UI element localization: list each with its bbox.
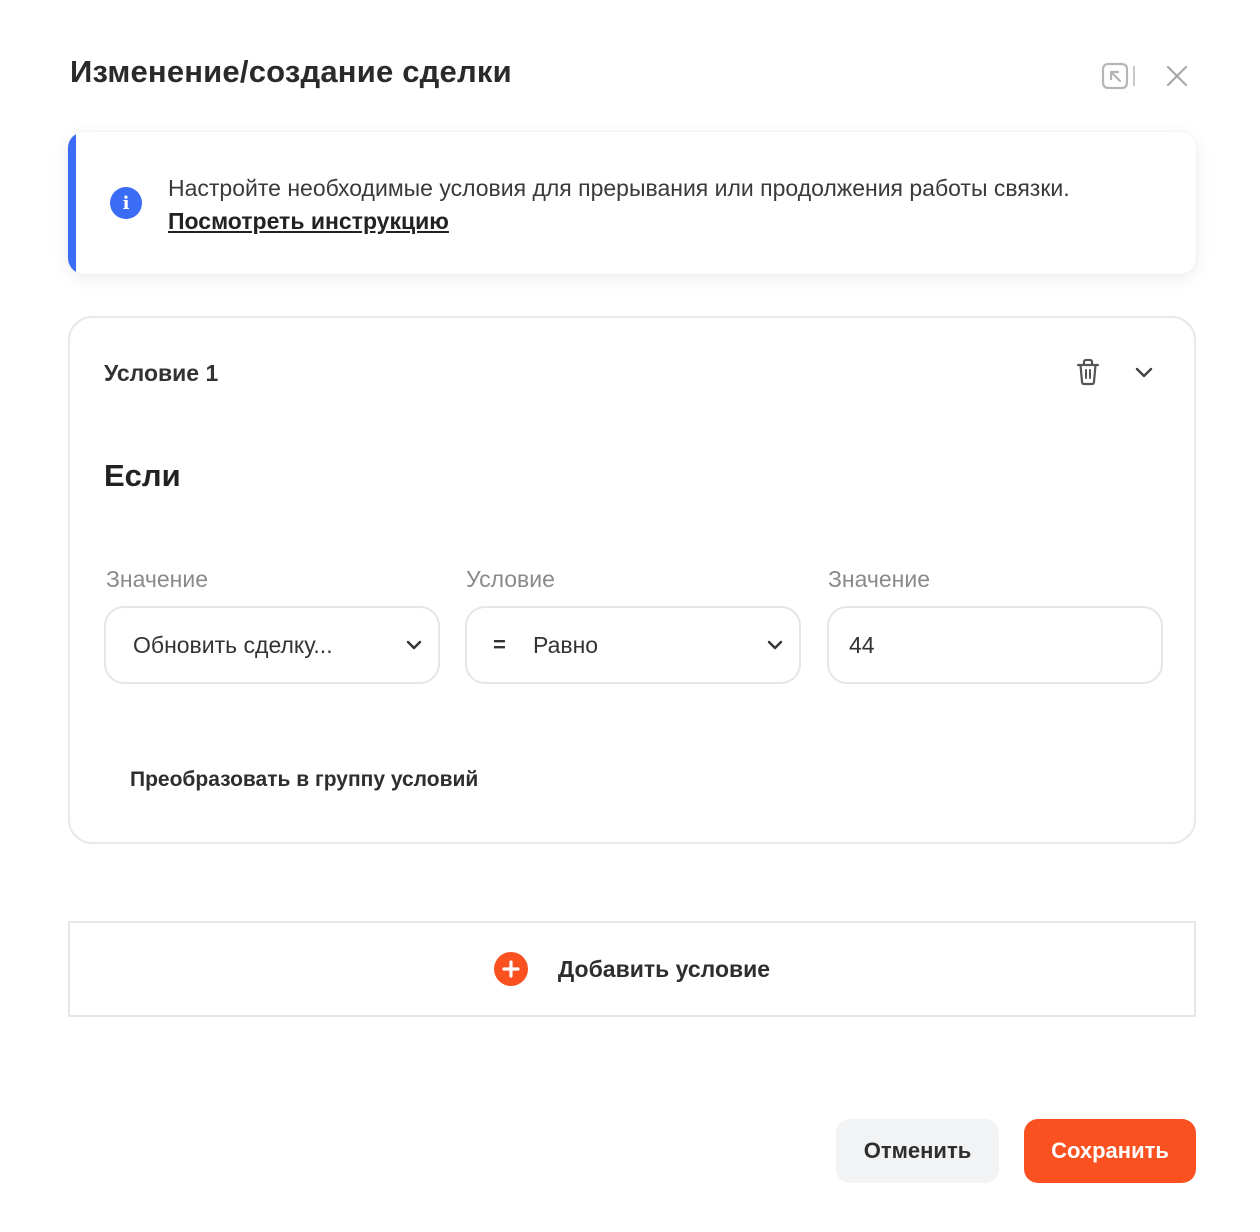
add-condition-label: Добавить условие bbox=[557, 955, 771, 982]
plus-circle-icon bbox=[493, 952, 528, 986]
info-accent-bar bbox=[68, 132, 76, 274]
left-value-label: Значение bbox=[106, 566, 208, 592]
info-icon: i bbox=[110, 187, 142, 219]
operator-select[interactable]: = Равно bbox=[465, 606, 801, 684]
info-message: Настройте необходимые условия для прерыв… bbox=[168, 175, 1070, 201]
if-label: Если bbox=[104, 458, 181, 493]
convert-to-group-button[interactable]: Преобразовать в группу условий bbox=[130, 768, 478, 792]
left-value-select[interactable]: Обновить сделку... bbox=[104, 606, 440, 684]
instruction-link[interactable]: Посмотреть инструкцию bbox=[168, 208, 449, 234]
chevron-down-icon bbox=[751, 640, 799, 650]
trash-icon bbox=[1076, 358, 1100, 386]
close-button[interactable] bbox=[1157, 56, 1197, 96]
collapse-condition-button[interactable] bbox=[1126, 354, 1162, 390]
condition-title: Условие 1 bbox=[104, 360, 219, 386]
close-icon bbox=[1166, 65, 1188, 87]
add-condition-button[interactable]: Добавить условие bbox=[68, 921, 1196, 1017]
right-value-input[interactable]: 44 bbox=[827, 606, 1163, 684]
operator-text: Равно bbox=[533, 631, 599, 658]
save-button[interactable]: Сохранить bbox=[1024, 1119, 1196, 1183]
info-banner: i Настройте необходимые условия для прер… bbox=[68, 132, 1196, 274]
modal-title: Изменение/создание сделки bbox=[70, 54, 512, 89]
info-text: Настройте необходимые условия для прерыв… bbox=[168, 172, 1128, 238]
edit-deal-modal: Изменение/создание сделки i Настройте не… bbox=[0, 0, 1260, 1232]
right-value-label: Значение bbox=[828, 566, 930, 592]
equals-icon: = bbox=[493, 632, 506, 657]
cancel-button[interactable]: Отменить bbox=[836, 1119, 999, 1183]
right-value-text: 44 bbox=[849, 631, 875, 658]
delete-condition-button[interactable] bbox=[1070, 354, 1106, 390]
left-value-text: Обновить сделку... bbox=[133, 631, 333, 658]
condition-card: Условие 1 Если Значение Условие Значение… bbox=[68, 316, 1196, 844]
collapse-button[interactable] bbox=[1099, 56, 1139, 96]
chevron-down-icon bbox=[390, 640, 438, 650]
operator-label: Условие bbox=[466, 566, 555, 592]
collapse-icon bbox=[1101, 62, 1135, 90]
chevron-down-icon bbox=[1135, 367, 1153, 378]
